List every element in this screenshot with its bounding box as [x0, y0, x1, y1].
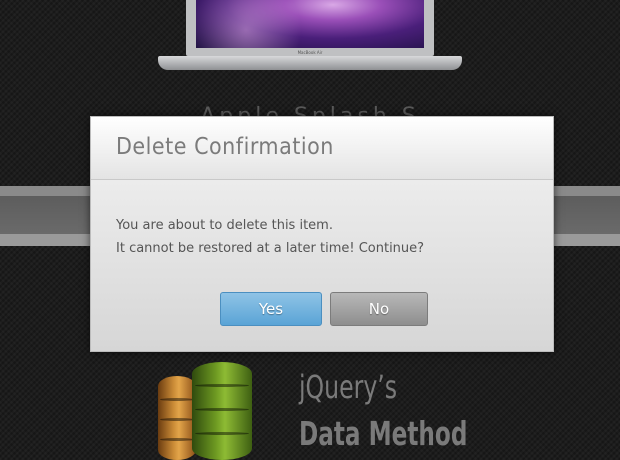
- dialog-title: Delete Confirmation: [116, 134, 334, 160]
- dialog-message-line-2: It cannot be restored at a later time! C…: [116, 241, 425, 256]
- laptop-base: [158, 56, 462, 70]
- no-button[interactable]: No: [330, 292, 428, 326]
- laptop-image: MacBook Air: [158, 0, 462, 72]
- yes-button[interactable]: Yes: [220, 292, 322, 326]
- delete-confirmation-dialog: Delete Confirmation You are about to del…: [90, 116, 554, 352]
- laptop-lid: MacBook Air: [186, 0, 434, 56]
- heading-line-2: Data Method: [299, 414, 468, 453]
- laptop-screen: [196, 0, 424, 48]
- heading-line-1: jQuery’s: [299, 368, 398, 406]
- dialog-message-line-1: You are about to delete this item.: [116, 218, 333, 233]
- dialog-header: Delete Confirmation: [91, 117, 553, 180]
- database-cylinder-green: [192, 362, 252, 460]
- dialog-body: You are about to delete this item. It ca…: [91, 180, 553, 351]
- laptop-brand: MacBook Air: [297, 50, 323, 55]
- database-icon: [158, 362, 258, 460]
- database-cylinder-orange: [158, 376, 196, 460]
